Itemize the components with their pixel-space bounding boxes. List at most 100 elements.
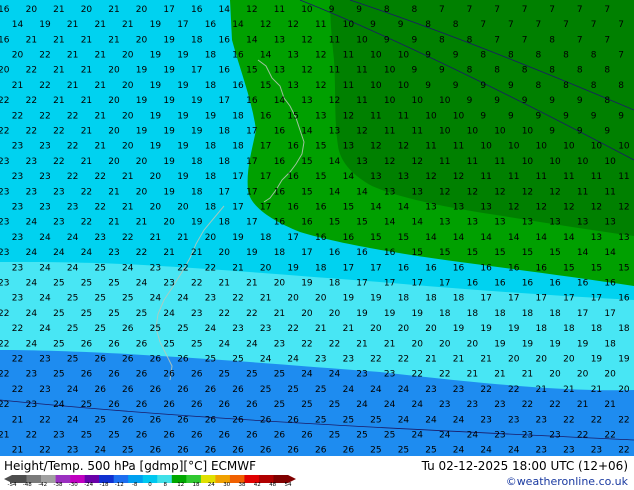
temperature-label: 16 xyxy=(522,279,534,289)
temperature-label: 26 xyxy=(163,370,175,380)
temperature-label: 8 xyxy=(508,51,514,61)
temperature-label: 7 xyxy=(604,35,610,45)
temperature-label: 19 xyxy=(577,339,589,349)
temperature-label: 26 xyxy=(260,446,272,456)
temperature-label: 17 xyxy=(577,309,588,319)
temperature-label: 16 xyxy=(219,35,231,45)
temperature-label: 17 xyxy=(480,294,491,304)
temperature-label: 23 xyxy=(480,415,491,425)
weather-map[interactable]: 16 20 21 20 21 20 17 16 14 12 11 10 9 9 8 8 7 7 7 7 7 7 7 14 19 2… xyxy=(0,0,634,456)
temperature-label: 20 xyxy=(122,81,134,91)
temperature-label: 21 xyxy=(95,51,106,61)
temperature-label: 19 xyxy=(39,20,51,30)
scale-tick-label: -48 xyxy=(22,482,32,488)
temperature-label: 19 xyxy=(618,355,630,365)
temperature-label: 22 xyxy=(136,248,147,258)
temperature-label: 22 xyxy=(0,339,9,349)
temperature-label: 26 xyxy=(274,431,286,441)
temperature-label: 19 xyxy=(480,324,492,334)
temperature-label: 22 xyxy=(618,446,629,456)
temperature-label: 10 xyxy=(536,142,548,152)
temperature-label: 21 xyxy=(150,233,161,243)
temperature-label: 21 xyxy=(177,233,188,243)
temperature-label: 17 xyxy=(343,263,354,273)
temperature-label: 11 xyxy=(329,66,340,76)
temperature-label: 22 xyxy=(53,157,64,167)
temperature-label: 17 xyxy=(370,263,381,273)
temperature-label: 26 xyxy=(205,446,217,456)
temperature-label: 20 xyxy=(12,51,24,61)
temperature-label: 21 xyxy=(232,263,243,273)
temperature-label: 17 xyxy=(219,96,230,106)
temperature-label: 20 xyxy=(260,263,272,273)
temperature-label: 22 xyxy=(12,385,23,395)
temperature-label: 13 xyxy=(301,96,312,106)
temperature-label: 21 xyxy=(53,96,64,106)
temperature-label: 21 xyxy=(577,400,588,410)
temperature-label: 20 xyxy=(315,294,327,304)
temperature-label: 26 xyxy=(150,385,162,395)
temperature-label: 8 xyxy=(604,96,610,106)
temperature-label: 17 xyxy=(439,279,450,289)
site-credit[interactable]: ©weatheronline.co.uk xyxy=(506,475,628,488)
temperature-label: 22 xyxy=(39,51,50,61)
temperature-label: 13 xyxy=(522,218,533,228)
temperature-label: 21 xyxy=(480,355,491,365)
temperature-label: 14 xyxy=(219,5,231,15)
temperature-label: 8 xyxy=(425,20,431,30)
temperature-label: 16 xyxy=(274,218,286,228)
temperature-label: 20 xyxy=(150,203,162,213)
temperature-label: 19 xyxy=(177,172,189,182)
temperature-label: 15 xyxy=(287,111,298,121)
temperature-label: 14 xyxy=(260,51,272,61)
temperature-label: 20 xyxy=(577,370,589,380)
temperature-label: 22 xyxy=(191,279,202,289)
temperature-label: 8 xyxy=(522,66,528,76)
temperature-label: 22 xyxy=(563,415,574,425)
temperature-label: 24 xyxy=(39,324,51,334)
temperature-label: 21 xyxy=(12,415,23,425)
temperature-label: 23 xyxy=(67,203,78,213)
temperature-label: 24 xyxy=(150,294,162,304)
temperature-label: 18 xyxy=(591,324,603,334)
temperature-label: 7 xyxy=(618,20,624,30)
temperature-label: 13 xyxy=(439,218,450,228)
temperature-label: 10 xyxy=(384,66,396,76)
temperature-label: 14 xyxy=(246,35,258,45)
temperature-label: 11 xyxy=(343,51,354,61)
temperature-label: 26 xyxy=(108,370,120,380)
temperature-label: 17 xyxy=(260,142,271,152)
temperature-label: 12 xyxy=(508,203,519,213)
temperature-label: 13 xyxy=(604,218,615,228)
temperature-label: 20 xyxy=(219,248,231,258)
temperature-label: 15 xyxy=(439,248,450,258)
temperature-label: 12 xyxy=(618,203,629,213)
temperature-label: 14 xyxy=(329,157,341,167)
temperature-label: 21 xyxy=(81,35,92,45)
temperature-label: 18 xyxy=(205,203,217,213)
temperature-label: 25 xyxy=(329,400,340,410)
temperature-label: 20 xyxy=(604,370,616,380)
temperature-label: 18 xyxy=(522,309,534,319)
temperature-label: 19 xyxy=(150,111,162,121)
temperature-label: 9 xyxy=(384,35,390,45)
temperature-label: 17 xyxy=(219,187,230,197)
temperature-label: 15 xyxy=(246,66,257,76)
temperature-label: 19 xyxy=(136,96,148,106)
temperature-label: 24 xyxy=(508,446,520,456)
temperature-label: 18 xyxy=(536,324,548,334)
temperature-label: 26 xyxy=(122,324,134,334)
temperature-label: 19 xyxy=(246,248,258,258)
temperature-label: 10 xyxy=(356,35,368,45)
scale-tick-label: 18 xyxy=(192,482,200,488)
temperature-label: 25 xyxy=(301,400,312,410)
temperature-label: 24 xyxy=(67,263,79,273)
temperature-label: 20 xyxy=(536,355,548,365)
temperature-label: 10 xyxy=(453,111,465,121)
temperature-label: 11 xyxy=(343,81,354,91)
temperature-label: 11 xyxy=(494,157,505,167)
temperature-label: 12 xyxy=(370,142,381,152)
temperature-label: 26 xyxy=(136,370,148,380)
temperature-label: 10 xyxy=(343,20,355,30)
temperature-label: 9 xyxy=(522,96,528,106)
